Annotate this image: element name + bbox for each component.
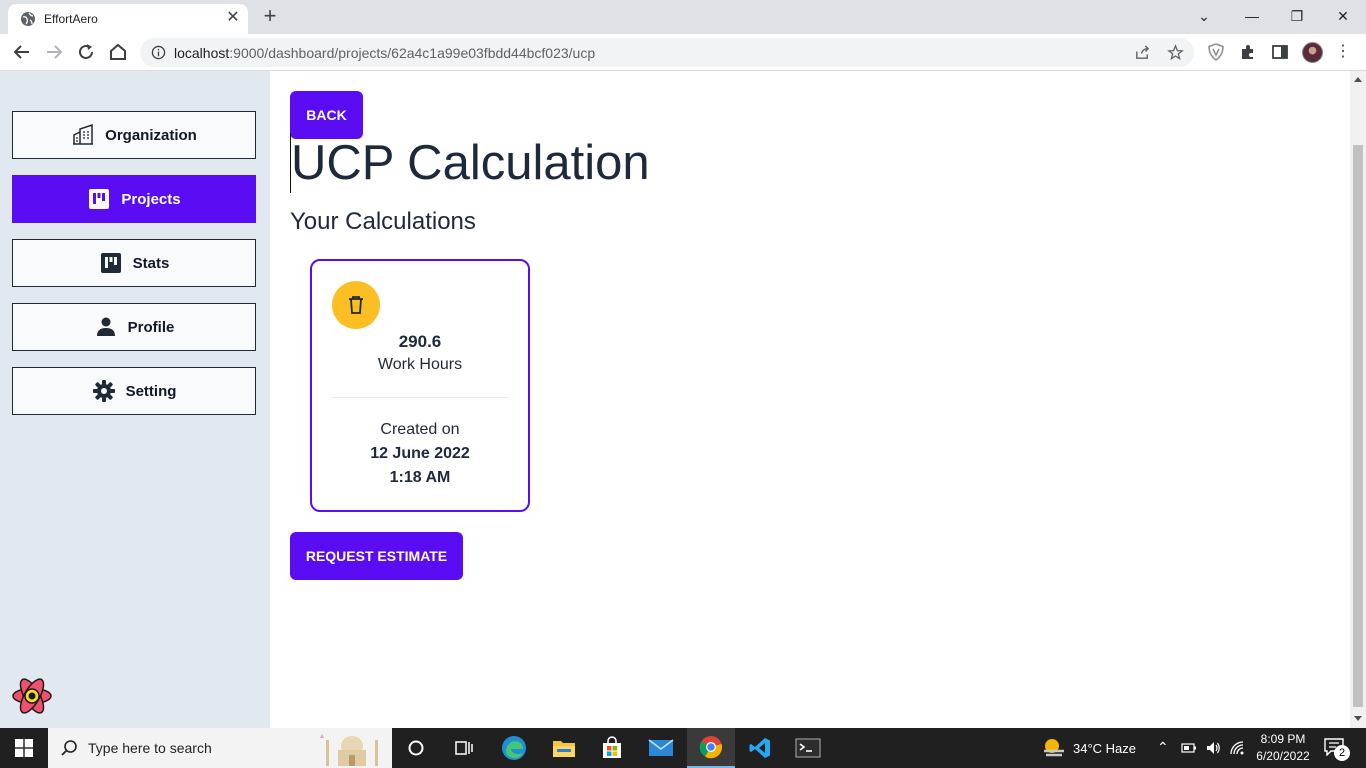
task-view-button[interactable] [440,728,488,768]
sidebar-item-label: Setting [125,382,177,400]
section-title: Your Calculations [290,208,476,235]
browser-tab[interactable]: EffortAero ✕ [8,4,248,34]
notification-center-button[interactable]: 2 [1322,736,1352,762]
tray-chevron-icon[interactable]: ⌃ [1157,739,1169,756]
new-tab-icon[interactable]: + [258,5,282,29]
gear-icon [92,380,115,402]
extensions-puzzle-icon[interactable] [1239,43,1257,61]
sidebar-item-profile[interactable]: Profile [12,303,256,351]
building-icon [73,123,94,145]
terminal-icon [795,738,821,758]
calculation-card: 290.6 Work Hours Created on 12 June 2022… [310,259,530,512]
delete-button[interactable] [332,281,380,329]
side-panel-icon[interactable] [1271,43,1289,61]
taskbar-mail[interactable] [637,728,685,768]
back-arrow-icon[interactable] [10,40,34,64]
close-window-icon[interactable]: ✕ [1329,3,1357,29]
created-time: 1:18 AM [389,469,451,486]
volume-icon[interactable] [1205,740,1221,756]
clock-date[interactable]: 6/20/2022 [1251,749,1315,763]
sidebar: Organization Projects Stats Profile Sett… [0,71,270,728]
scroll-thumb[interactable] [1353,145,1363,707]
trash-icon [349,296,363,314]
sidebar-item-setting[interactable]: Setting [12,367,256,415]
taskbar-edge[interactable] [490,728,538,768]
info-icon[interactable] [151,45,166,60]
sidebar-item-label: Projects [121,190,181,208]
back-button[interactable]: BACK [290,91,363,139]
weather-text[interactable]: 34°C Haze [1073,741,1136,756]
forward-arrow-icon[interactable] [42,40,66,64]
folder-icon [553,741,575,757]
sidebar-item-stats[interactable]: Stats [12,239,256,287]
wifi-icon[interactable] [1229,740,1245,756]
main-content: BACK UCP Calculation Your Calculations 2… [270,71,1350,728]
mail-icon [648,739,674,756]
created-on-label: Created on [380,421,460,438]
react-devtools-icon[interactable] [11,675,53,717]
url-text[interactable]: localhost:9000/dashboard/projects/62a4c1… [174,45,595,61]
sidebar-item-label: Organization [105,126,197,144]
clock-time[interactable]: 8:09 PM [1255,732,1311,746]
close-tab-icon[interactable]: ✕ [224,9,242,27]
work-hours-value: 290.6 [398,332,442,351]
sidebar-item-label: Stats [132,254,170,272]
chrome-icon [699,736,723,759]
tab-title: EffortAero [44,12,98,26]
vscode-icon [749,738,770,758]
sidebar-item-label: Profile [127,318,175,336]
page-viewport: Organization Projects Stats Profile Sett… [0,71,1366,728]
browser-tab-strip: EffortAero ✕ + ⌄ — ❐ ✕ [0,0,1366,34]
shield-extension-icon[interactable] [1207,43,1225,61]
notification-badge: 2 [1334,745,1350,761]
taskbar-vscode[interactable] [736,728,784,768]
taj-mahal-icon [316,732,388,766]
address-bar[interactable]: localhost:9000/dashboard/projects/62a4c1… [140,38,1194,67]
menu-kebab-icon[interactable]: ⋮ [1334,43,1352,61]
taskbar-terminal[interactable] [784,728,832,768]
minimize-icon[interactable]: — [1238,3,1266,29]
weather-haze-icon[interactable] [1041,737,1067,759]
windows-taskbar: Type here to search 34°C Haze ⌃ 8:09 PM … [0,728,1366,768]
start-button[interactable] [0,728,48,768]
scroll-up-icon[interactable] [1354,77,1362,82]
tab-search-chevron-icon[interactable]: ⌄ [1190,3,1218,29]
taskbar-search[interactable]: Type here to search [48,728,392,768]
request-estimate-button[interactable]: REQUEST ESTIMATE [290,532,463,580]
browser-toolbar: localhost:9000/dashboard/projects/62a4c1… [0,34,1366,71]
sidebar-item-projects[interactable]: Projects [12,175,256,223]
reload-icon[interactable] [74,40,98,64]
page-scrollbar[interactable] [1350,71,1366,728]
windows-logo-icon [15,739,33,757]
board-icon [100,253,121,273]
person-icon [96,317,115,336]
search-placeholder: Type here to search [88,740,212,756]
battery-icon[interactable] [1181,741,1197,755]
page-title: UCP Calculation [290,133,650,193]
scroll-down-icon[interactable] [1354,716,1362,721]
card-divider [332,397,508,398]
taskbar-store[interactable] [588,728,636,768]
store-icon [603,736,621,758]
board-icon [89,189,110,209]
work-hours-label: Work Hours [377,356,463,373]
home-icon[interactable] [106,40,130,64]
edge-icon [502,736,526,760]
task-view-icon [455,741,473,755]
cortana-button[interactable] [392,728,440,768]
taskbar-chrome[interactable] [687,728,735,768]
restore-icon[interactable]: ❐ [1283,3,1311,29]
share-icon[interactable] [1134,44,1151,61]
sidebar-item-organization[interactable]: Organization [12,111,256,159]
created-date: 12 June 2022 [370,445,470,462]
globe-icon [21,12,35,26]
taskbar-file-explorer[interactable] [540,728,588,768]
search-icon [61,740,77,756]
cortana-circle-icon [408,740,424,756]
profile-avatar[interactable] [1302,42,1323,63]
bookmark-star-icon[interactable] [1167,44,1184,61]
